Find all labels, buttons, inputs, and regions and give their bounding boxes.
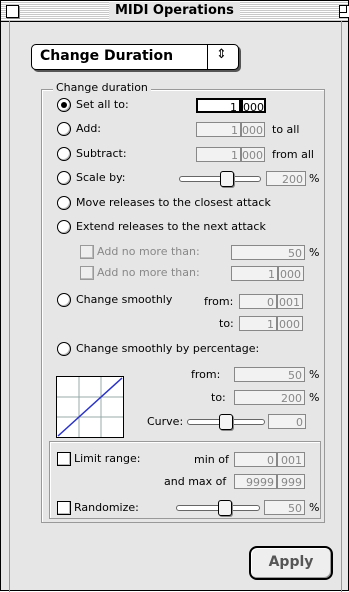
change-smoothly-pct-label: Change smoothly by percentage: <box>76 342 260 355</box>
change-smoothly-to-beats[interactable]: 1 <box>239 316 277 331</box>
move-releases-label: Move releases to the closest attack <box>76 196 271 209</box>
subtract-beats[interactable]: 1 <box>196 147 241 162</box>
pct-from-unit: % <box>309 368 320 381</box>
randomize-unit: % <box>309 501 320 514</box>
set-all-beats[interactable]: 1 <box>196 98 241 114</box>
add-suffix: to all <box>272 123 300 136</box>
randomize-slider-thumb[interactable] <box>218 500 232 516</box>
subtract-ticks[interactable]: 000 <box>241 147 265 162</box>
apply-button[interactable]: Apply <box>249 546 333 580</box>
add-no-more-pct-check[interactable] <box>80 245 94 259</box>
change-smoothly-from-beats[interactable]: 0 <box>239 294 277 309</box>
extend-releases-label: Extend releases to the next attack <box>76 220 266 233</box>
change-smoothly-to-label: to: <box>219 317 234 330</box>
add-no-more-time-ticks[interactable]: 000 <box>278 266 304 281</box>
pct-to-label: to: <box>211 391 226 404</box>
pct-from-label: from: <box>191 368 221 381</box>
pct-to-field[interactable]: 200 <box>234 390 305 405</box>
curve-label: Curve: <box>147 415 184 428</box>
randomize-field[interactable]: 50 <box>264 500 305 515</box>
add-no-more-time-beats[interactable]: 1 <box>231 266 278 281</box>
set-all-ticks[interactable]: 000 <box>241 98 266 114</box>
change-smoothly-to-ticks[interactable]: 000 <box>277 316 303 331</box>
scale-by-unit: % <box>309 172 320 185</box>
change-smoothly-from-label: from: <box>204 295 234 308</box>
add-label: Add: <box>76 122 102 135</box>
randomize-check[interactable] <box>57 501 71 515</box>
randomize-slider[interactable] <box>176 500 260 516</box>
midi-operations-window: MIDI Operations Change Duration ⇕ Change… <box>0 0 349 592</box>
curve-line <box>57 377 123 437</box>
change-smoothly-from-ticks[interactable]: 001 <box>277 294 303 309</box>
limit-min-label: min of <box>194 453 229 466</box>
curve-preview-graph <box>57 377 123 437</box>
add-no-more-time-check[interactable] <box>80 266 94 280</box>
extend-releases-radio[interactable] <box>57 220 71 234</box>
add-no-more-pct-label: Add no more than: <box>97 245 200 258</box>
subtract-label: Subtract: <box>76 147 127 160</box>
curve-slider[interactable] <box>187 414 265 430</box>
zoom-box-icon[interactable] <box>339 5 349 18</box>
window-title: MIDI Operations <box>109 2 240 20</box>
set-all-label: Set all to: <box>76 98 129 111</box>
panel-right-edge <box>341 21 342 592</box>
curve-preview <box>56 376 124 438</box>
popup-arrows-icon: ⇕ <box>216 47 227 62</box>
scale-by-radio[interactable] <box>57 171 71 185</box>
add-beats[interactable]: 1 <box>196 122 241 137</box>
randomize-label: Randomize: <box>74 501 139 514</box>
panel-left-edge <box>9 21 10 592</box>
limit-max-ticks[interactable]: 999 <box>277 474 305 489</box>
subtract-suffix: from all <box>272 148 314 161</box>
limit-min-ticks[interactable]: 001 <box>277 452 305 467</box>
popup-divider <box>207 45 208 69</box>
limit-range-label: Limit range: <box>74 452 141 465</box>
add-no-more-time-label: Add no more than: <box>97 266 200 279</box>
close-box-icon[interactable] <box>6 5 19 18</box>
curve-field[interactable]: 0 <box>268 414 306 429</box>
scale-by-slider-thumb[interactable] <box>220 171 234 187</box>
limit-range-check[interactable] <box>57 452 71 466</box>
operation-popup-label: Change Duration <box>40 48 174 64</box>
change-smoothly-radio[interactable] <box>57 293 71 307</box>
subtract-radio[interactable] <box>57 147 71 161</box>
apply-button-label: Apply <box>268 554 314 570</box>
add-radio[interactable] <box>57 122 71 136</box>
add-no-more-pct-unit: % <box>309 246 320 259</box>
add-ticks[interactable]: 000 <box>241 122 265 137</box>
pct-from-field[interactable]: 50 <box>234 367 305 382</box>
limit-max-label: and max of <box>164 475 227 488</box>
pct-to-unit: % <box>309 391 320 404</box>
change-smoothly-label: Change smoothly <box>76 293 173 306</box>
limit-max-beats[interactable]: 9999 <box>234 474 277 489</box>
change-smoothly-pct-radio[interactable] <box>57 342 71 356</box>
add-no-more-pct-field[interactable]: 50 <box>231 245 305 260</box>
operation-popup[interactable]: Change Duration ⇕ <box>31 44 239 70</box>
set-all-radio[interactable] <box>57 98 71 112</box>
limit-min-beats[interactable]: 0 <box>234 452 277 467</box>
scale-by-slider[interactable] <box>179 171 261 187</box>
move-releases-radio[interactable] <box>57 196 71 210</box>
title-bar[interactable]: MIDI Operations <box>1 1 349 22</box>
scale-by-field[interactable]: 200 <box>266 171 306 186</box>
group-label: Change duration <box>53 81 151 94</box>
scale-by-label: Scale by: <box>76 171 126 184</box>
curve-slider-thumb[interactable] <box>219 414 233 430</box>
